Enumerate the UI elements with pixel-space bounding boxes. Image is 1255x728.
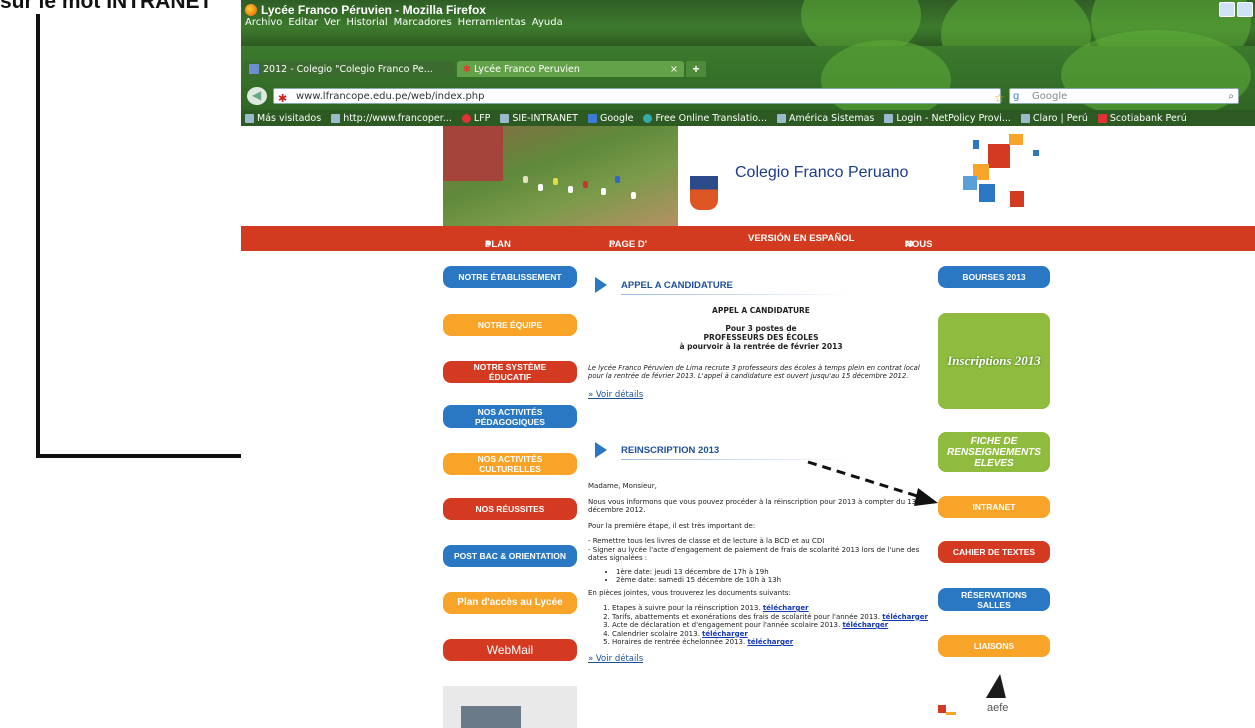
annotation-arrow (807, 460, 938, 506)
